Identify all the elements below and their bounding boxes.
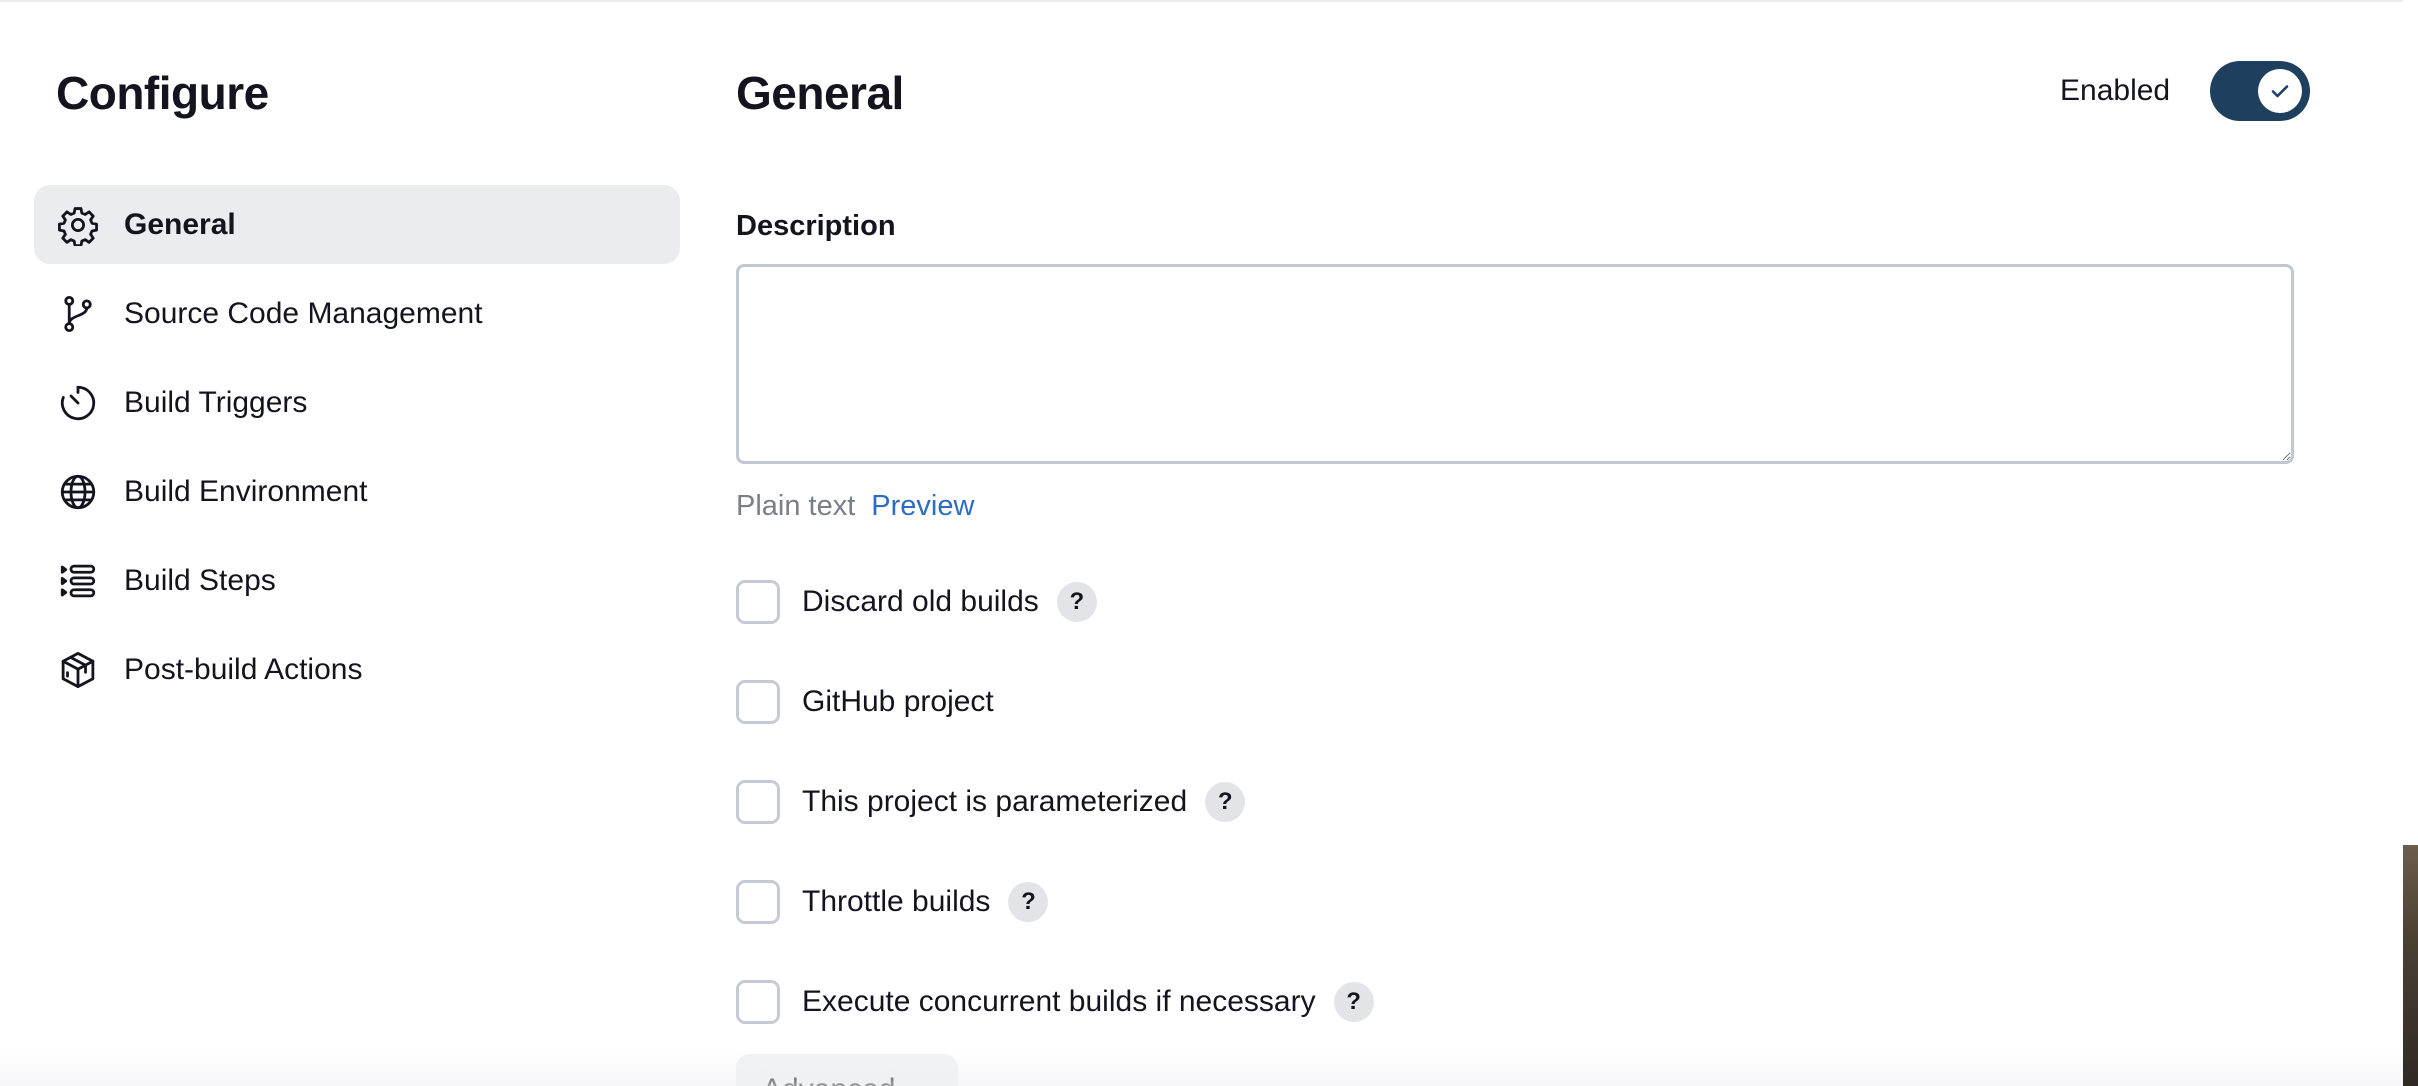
page-title: General: [736, 67, 904, 119]
jenkins-configure-page: Configure General Source Code Management…: [0, 0, 2418, 1086]
option-label[interactable]: Throttle builds: [802, 880, 990, 924]
option-label[interactable]: Discard old builds: [802, 580, 1039, 624]
sidebar-item-label: Build Environment: [124, 474, 368, 508]
option-github-project: GitHub project: [736, 680, 2136, 780]
concurrent-builds-checkbox[interactable]: [736, 980, 780, 1024]
help-button[interactable]: ?: [1205, 782, 1246, 822]
top-divider: [0, 0, 2403, 2]
help-button[interactable]: ?: [1333, 982, 1374, 1022]
option-label[interactable]: Execute concurrent builds if necessary: [802, 980, 1316, 1024]
option-parameterized: This project is parameterized ?: [736, 780, 2136, 880]
globe-icon: [56, 470, 100, 514]
adjacent-window-edge: [2403, 0, 2418, 1086]
help-button[interactable]: ?: [1008, 882, 1049, 922]
gear-icon: [56, 203, 100, 247]
sidebar-title: Configure: [56, 67, 269, 119]
preview-link[interactable]: Preview: [871, 490, 974, 523]
adjacent-window-image: [2403, 845, 2418, 1086]
parameterized-checkbox[interactable]: [736, 780, 780, 824]
sidebar-item-build-steps[interactable]: Build Steps: [34, 541, 680, 620]
sidebar-item-build-triggers[interactable]: Build Triggers: [34, 363, 680, 442]
github-project-checkbox[interactable]: [736, 680, 780, 724]
description-field[interactable]: [736, 264, 2294, 464]
sidebar-item-build-environment[interactable]: Build Environment: [34, 452, 680, 531]
steps-list-icon: [56, 559, 100, 603]
plain-text-label: Plain text: [736, 490, 856, 522]
enabled-toggle-group: Enabled: [2060, 61, 2311, 121]
sidebar-item-source-code-management[interactable]: Source Code Management: [34, 274, 680, 353]
config-sections-nav: General Source Code Management Build Tri…: [34, 185, 680, 719]
sidebar-item-label: Build Steps: [124, 563, 276, 597]
advanced-button[interactable]: Advanced: [736, 1054, 958, 1086]
sidebar-item-label: Post-build Actions: [124, 652, 363, 686]
sidebar-item-post-build-actions[interactable]: Post-build Actions: [34, 630, 680, 709]
git-branch-icon: [56, 292, 100, 336]
sidebar-item-label: Build Triggers: [124, 385, 308, 419]
check-icon: [2268, 79, 2292, 103]
option-label[interactable]: GitHub project: [802, 680, 994, 724]
option-throttle-builds: Throttle builds ?: [736, 880, 2136, 980]
adjacent-window-content: [2403, 0, 2418, 845]
sidebar-item-label: Source Code Management: [124, 296, 483, 330]
discard-old-builds-checkbox[interactable]: [736, 580, 780, 624]
sidebar-item-general[interactable]: General: [34, 185, 680, 264]
description-label: Description: [736, 210, 896, 242]
package-icon: [56, 648, 100, 692]
sidebar-item-label: General: [124, 207, 236, 241]
throttle-builds-checkbox[interactable]: [736, 880, 780, 924]
enabled-label: Enabled: [2060, 74, 2171, 107]
enabled-toggle[interactable]: [2210, 61, 2311, 121]
option-label[interactable]: This project is parameterized: [802, 780, 1187, 824]
option-discard-old-builds: Discard old builds ?: [736, 580, 2136, 680]
description-format-row: Plain text Preview: [736, 490, 974, 523]
general-options: Discard old builds ? GitHub project This…: [736, 580, 2136, 1080]
timer-icon: [56, 381, 100, 425]
toggle-knob: [2258, 69, 2303, 113]
help-button[interactable]: ?: [1056, 582, 1097, 622]
